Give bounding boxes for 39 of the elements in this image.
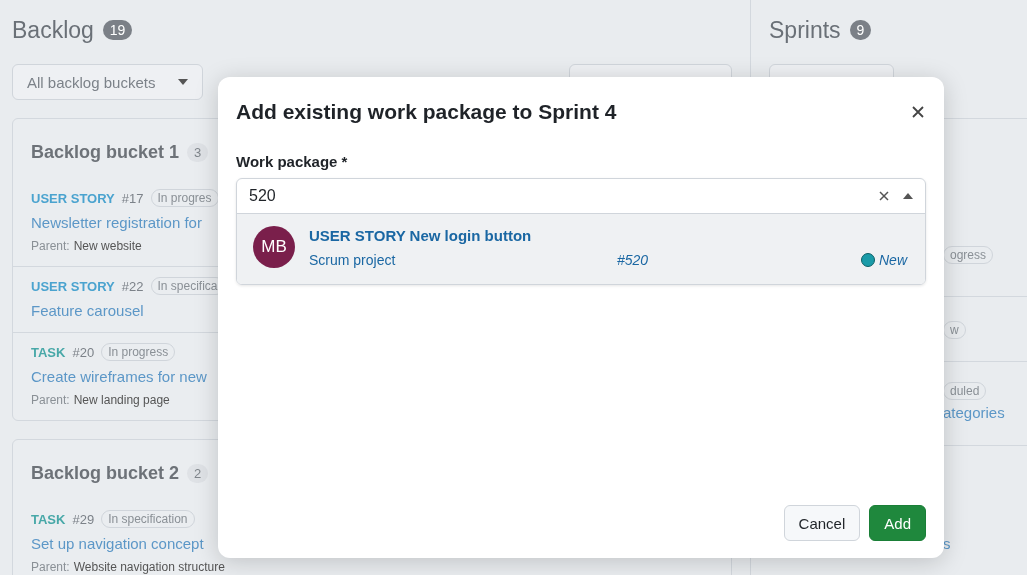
type-label: TASK (31, 344, 66, 360)
bucket-title: Backlog bucket 2 (31, 463, 180, 484)
parent-name: Website navigation structure (73, 560, 225, 574)
parent-label: Parent: (31, 239, 70, 253)
item-number: #20 (72, 344, 95, 360)
bucket-title: Backlog bucket 1 (31, 142, 180, 163)
parent-label: Parent: (31, 393, 70, 407)
cancel-button[interactable]: Cancel (783, 505, 861, 541)
count-badge: 9 (849, 20, 872, 40)
caret-icon[interactable] (903, 193, 913, 199)
item-title-link[interactable]: s (943, 535, 951, 552)
item-number: #22 (121, 278, 144, 294)
count-badge: 2 (187, 464, 209, 483)
type-label: TASK (31, 511, 66, 527)
item-title-link[interactable]: ategories (943, 404, 1005, 421)
column-title: Backlog (12, 16, 94, 44)
parent-label: Parent: (31, 560, 70, 574)
parent-name: New landing page (73, 393, 170, 407)
type-label: USER STORY (31, 278, 115, 294)
column-title: Sprints (769, 16, 841, 44)
parent-name: New website (73, 239, 142, 253)
count-badge: 3 (187, 143, 209, 162)
item-number: #29 (72, 511, 95, 527)
add-button[interactable]: Add (869, 505, 926, 541)
result-option[interactable]: MB USER STORY New login button Scrum project #520 New (237, 214, 925, 284)
field-label: Work package * (236, 153, 349, 170)
caret-icon (178, 79, 188, 85)
item-number: #17 (121, 190, 144, 206)
clear-icon[interactable] (879, 191, 889, 201)
type-label: USER STORY (31, 190, 115, 206)
dialog-title: Add existing work package to Sprint 4 (236, 100, 617, 124)
avatar: MB (253, 226, 295, 268)
bucket-filter-dropdown[interactable]: All backlog buckets (12, 64, 203, 100)
status-label: New (879, 251, 907, 268)
close-icon[interactable] (912, 106, 924, 118)
item-number: #520 (617, 251, 650, 268)
result-title: USER STORY New login button (309, 226, 533, 244)
count-badge: 19 (102, 20, 133, 40)
project-name: Scrum project (309, 251, 397, 268)
